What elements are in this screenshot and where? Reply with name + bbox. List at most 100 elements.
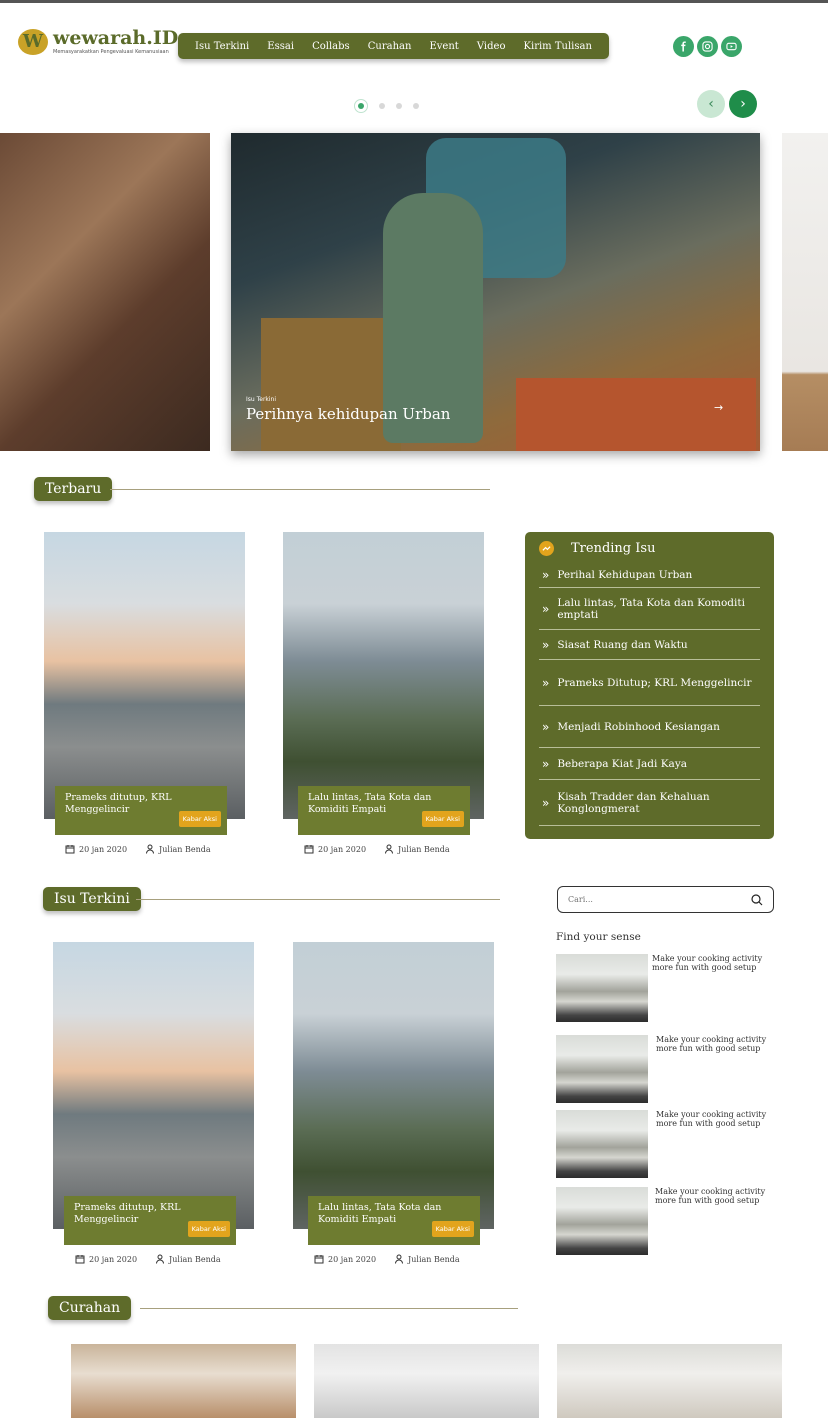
carousel-slide-active[interactable]: Isu Terkini Perihnya kehidupan Urban →	[231, 133, 760, 451]
calendar-icon	[65, 845, 75, 854]
article-image[interactable]	[44, 532, 245, 819]
slide-photo-detail	[516, 378, 756, 451]
article-meta: 20 jan 2020 Julian Benda	[65, 844, 211, 854]
kitchen-image	[556, 1110, 648, 1178]
logo[interactable]: W wewarah.ID Memasyarakatkan Pengevaluas…	[18, 28, 178, 55]
arrow-right-icon[interactable]: →	[714, 401, 723, 414]
double-chevron-icon: »	[542, 675, 550, 690]
nav-event[interactable]: Event	[429, 41, 458, 52]
article-date: 20 jan 2020	[89, 1254, 138, 1264]
facebook-icon[interactable]	[673, 36, 694, 57]
trending-item-label: Kisah Tradder dan Kehaluan Konglongmerat	[557, 790, 710, 815]
article-caption[interactable]: Prameks ditutup, KRL Menggelincir Kabar …	[64, 1196, 236, 1245]
carousel-dot-1[interactable]	[354, 99, 368, 113]
trending-item[interactable]: » Lalu lintas, Tata Kota dan Komoditi emp…	[539, 588, 760, 630]
section-divider	[140, 1308, 518, 1309]
top-border	[0, 0, 828, 3]
category-badge[interactable]: Kabar Aksi	[178, 811, 221, 827]
kitchen-image	[556, 954, 648, 1022]
article-caption[interactable]: Lalu lintas, Tata Kota dan Komiditi Empa…	[298, 786, 470, 835]
trending-item-label: Perihal Kehidupan Urban	[557, 568, 693, 581]
article-author[interactable]: Julian Benda	[159, 845, 211, 854]
find-item[interactable]: Make your cooking activity more fun with…	[556, 1035, 774, 1103]
article-image[interactable]	[293, 942, 494, 1229]
nav-video[interactable]: Video	[477, 41, 506, 52]
article-meta: 20 jan 2020 Julian Benda	[304, 844, 450, 854]
article-date: 20 jan 2020	[79, 844, 128, 854]
trending-item[interactable]: » Beberapa Kiat Jadi Kaya	[539, 748, 760, 780]
article-author[interactable]: Julian Benda	[408, 1255, 460, 1264]
trending-title: Trending Isu	[571, 541, 656, 556]
brand-tagline: Memasyarakatkan Pengevaluasi Kemanusiaan	[53, 49, 169, 55]
article-caption[interactable]: Prameks ditutup, KRL Menggelincir Kabar …	[55, 786, 227, 835]
curahan-image[interactable]	[557, 1344, 782, 1418]
nav-essai[interactable]: Essai	[267, 41, 294, 52]
trending-item-label: Siasat Ruang dan Waktu	[557, 638, 688, 651]
nav-isu-terkini[interactable]: Isu Terkini	[195, 41, 249, 52]
carousel-slide-next[interactable]	[782, 133, 828, 451]
find-title: Find your sense	[556, 931, 641, 943]
find-item[interactable]: Make your cooking activity more fun with…	[556, 954, 774, 1022]
user-icon	[156, 1254, 165, 1264]
carousel-slide-prev[interactable]	[0, 133, 210, 451]
slide-category: Isu Terkini	[246, 396, 277, 403]
instagram-icon[interactable]	[697, 36, 718, 57]
section-divider	[136, 899, 500, 900]
category-badge[interactable]: Kabar Aksi	[187, 1221, 230, 1237]
trending-item[interactable]: » Prameks Ditutup; KRL Menggelincir	[539, 660, 760, 706]
search-input[interactable]	[568, 895, 728, 904]
slide-caption: Isu Terkini Perihnya kehidupan Urban	[246, 396, 450, 423]
article-title: Prameks ditutup, KRL Menggelincir	[65, 792, 172, 815]
slide-photo-detail	[261, 318, 401, 451]
nav-kirim-tulisan[interactable]: Kirim Tulisan	[524, 41, 592, 52]
find-item[interactable]: Make your cooking activity more fun with…	[556, 1187, 774, 1255]
section-divider	[110, 489, 490, 490]
article-caption[interactable]: Lalu lintas, Tata Kota dan Komiditi Empa…	[308, 1196, 480, 1245]
double-chevron-icon: »	[542, 601, 550, 616]
category-badge[interactable]: Kabar Aksi	[431, 1221, 474, 1237]
article-image[interactable]	[283, 532, 484, 819]
slide-title[interactable]: Perihnya kehidupan Urban	[246, 405, 450, 423]
user-icon	[385, 844, 394, 854]
social-links	[673, 36, 742, 57]
youtube-icon[interactable]	[721, 36, 742, 57]
section-title-terbaru: Terbaru	[34, 477, 113, 501]
article-image[interactable]	[53, 942, 254, 1229]
category-badge[interactable]: Kabar Aksi	[421, 811, 464, 827]
trending-item-label: Prameks Ditutup; KRL Menggelincir	[557, 676, 752, 689]
trending-item[interactable]: » Kisah Tradder dan Kehaluan Konglongmera…	[539, 780, 760, 826]
find-item-text: Make your cooking activity more fun with…	[656, 1035, 767, 1053]
main-nav: Isu Terkini Essai Collabs Curahan Event …	[178, 33, 609, 59]
article-author[interactable]: Julian Benda	[169, 1255, 221, 1264]
article-author[interactable]: Julian Benda	[398, 845, 450, 854]
carousel-next-button[interactable]: ›	[729, 90, 757, 118]
carousel-dot-2[interactable]	[379, 103, 385, 109]
brand-name: wewarah.ID	[53, 27, 179, 49]
logo-mark: W	[18, 28, 48, 55]
user-icon	[146, 844, 155, 854]
double-chevron-icon: »	[542, 567, 550, 582]
find-item-text: Make your cooking activity more fun with…	[656, 1110, 767, 1128]
carousel-dot-4[interactable]	[413, 103, 419, 109]
kitchen-image	[556, 1187, 648, 1255]
nav-curahan[interactable]: Curahan	[368, 41, 412, 52]
curahan-image[interactable]	[314, 1344, 539, 1418]
chevron-left-icon: ‹	[708, 96, 714, 112]
trending-item[interactable]: » Siasat Ruang dan Waktu	[539, 630, 760, 660]
section-title-curahan: Curahan	[48, 1296, 132, 1320]
calendar-icon	[314, 1255, 324, 1264]
search-icon[interactable]	[751, 893, 763, 906]
find-item[interactable]: Make your cooking activity more fun with…	[556, 1110, 774, 1178]
trending-item[interactable]: » Menjadi Robinhood Kesiangan	[539, 706, 760, 748]
kitchen-image	[556, 1035, 648, 1103]
double-chevron-icon: »	[542, 637, 550, 652]
nav-collabs[interactable]: Collabs	[312, 41, 350, 52]
carousel-prev-button[interactable]: ‹	[697, 90, 725, 118]
trending-item[interactable]: » Perihal Kehidupan Urban	[539, 562, 760, 588]
article-title: Lalu lintas, Tata Kota dan Komiditi Empa…	[318, 1202, 442, 1225]
article-date: 20 jan 2020	[318, 844, 367, 854]
curahan-image[interactable]	[71, 1344, 296, 1418]
chevron-right-icon: ›	[740, 96, 746, 112]
double-chevron-icon: »	[542, 719, 550, 734]
carousel-dot-3[interactable]	[396, 103, 402, 109]
